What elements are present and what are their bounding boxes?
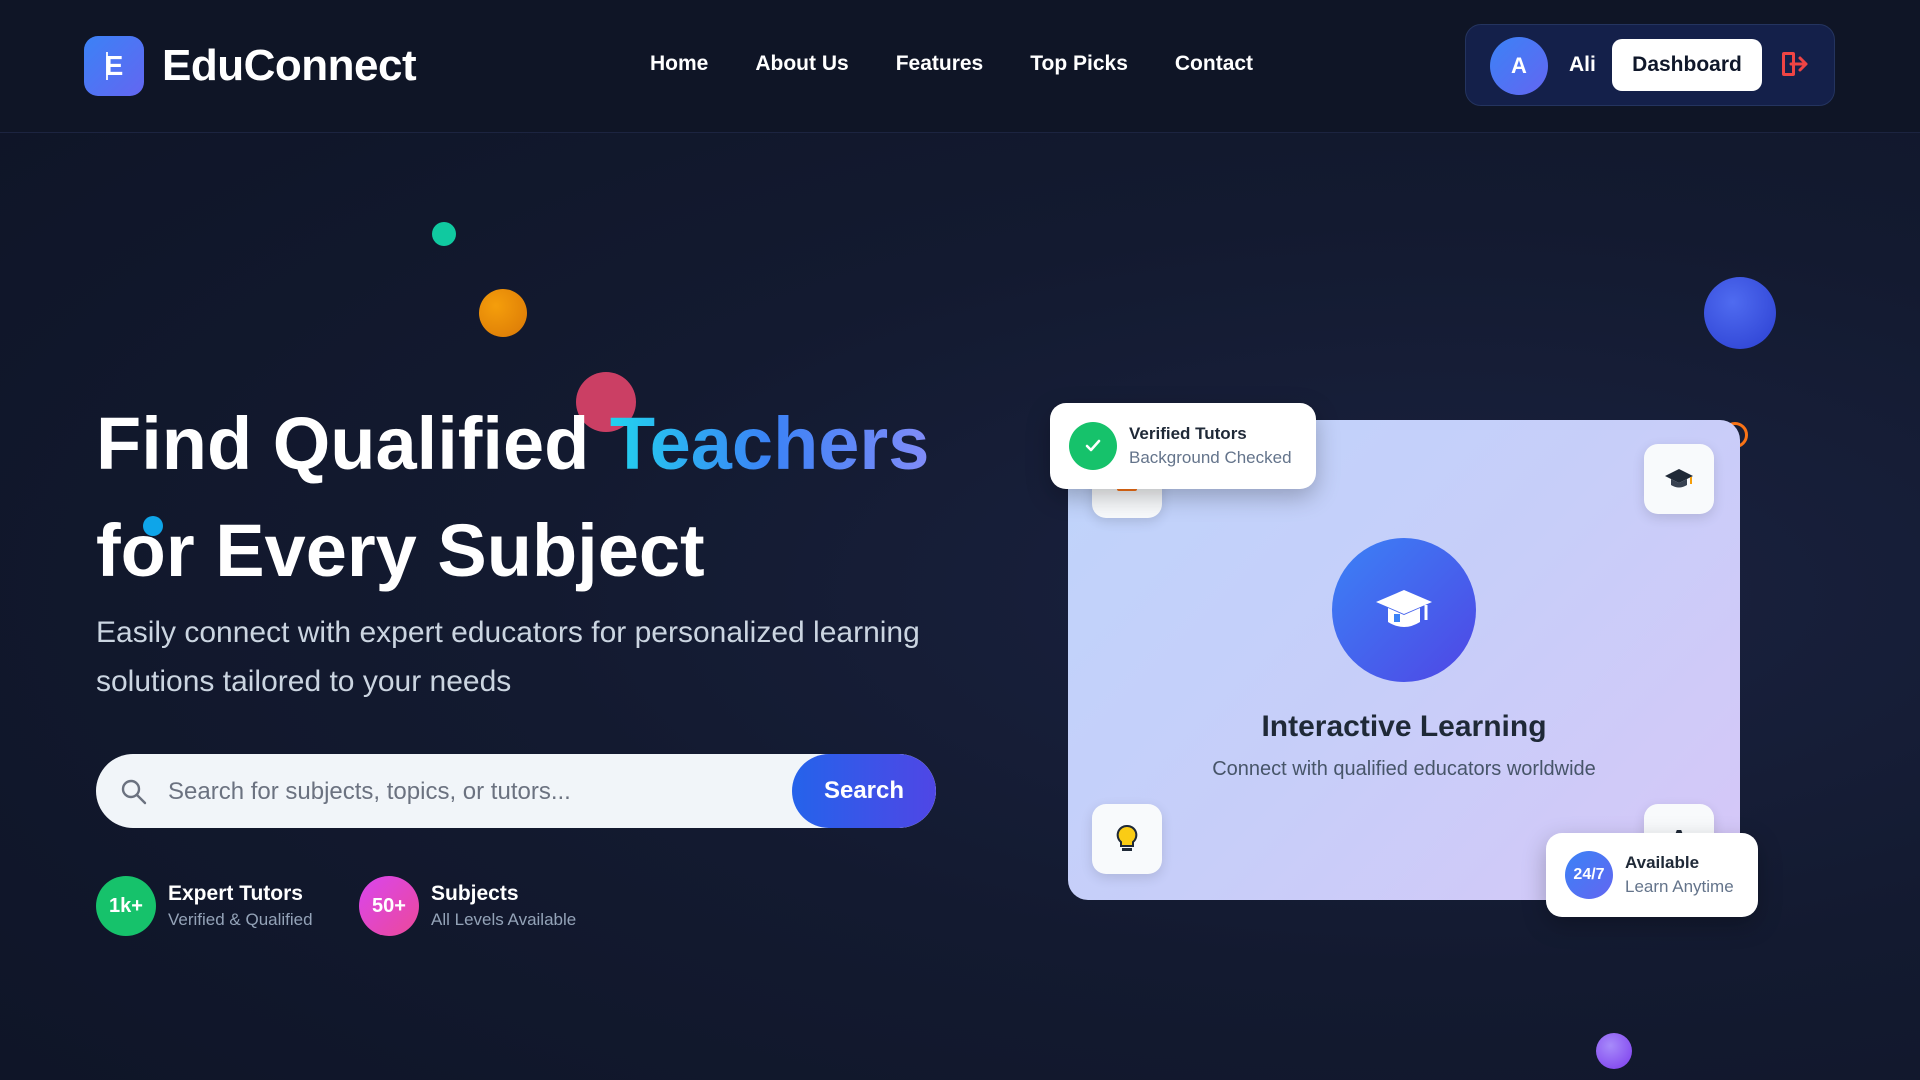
card-title: Interactive Learning	[1261, 710, 1547, 743]
brand-logo: E	[84, 36, 144, 96]
brand[interactable]: E EduConnect	[84, 36, 417, 96]
user-panel: A Ali Dashboard	[1465, 24, 1835, 106]
always-available-pill: 24/7	[1565, 851, 1613, 899]
stat-subjects-badge: 50+	[359, 876, 419, 936]
stat-tutors: 1k+ Expert Tutors Verified & Qualified	[96, 876, 313, 936]
hero-title: Find Qualified Teachers for Every Subjec…	[96, 390, 996, 604]
available-title: Available	[1625, 853, 1700, 872]
stat-tutors-subtitle: Verified & Qualified	[168, 910, 313, 929]
nav-contact[interactable]: Contact	[1175, 52, 1253, 76]
hero-subtitle: Easily connect with expert educators for…	[96, 616, 920, 698]
hero-title-plain: Find Qualified	[96, 402, 610, 485]
nav-top-picks[interactable]: Top Picks	[1030, 52, 1128, 76]
verified-title: Verified Tutors	[1129, 424, 1247, 443]
available-badge: 24/7 Available Learn Anytime	[1546, 833, 1758, 917]
search-bar: Search	[96, 754, 936, 828]
avatar[interactable]: A	[1490, 37, 1548, 95]
stat-tutors-title: Expert Tutors	[168, 882, 303, 905]
available-subtitle: Learn Anytime	[1625, 877, 1734, 896]
navbar: E EduConnect Home About Us Features Top …	[0, 0, 1920, 133]
graduation-cap-large-icon	[1332, 538, 1476, 682]
hero-title-line2: for Every Subject	[96, 509, 705, 592]
hero-title-highlight: Teachers	[609, 402, 930, 485]
logout-icon[interactable]	[1779, 49, 1809, 79]
nav-features[interactable]: Features	[896, 52, 984, 76]
decor-dot-orange	[479, 289, 527, 337]
verified-subtitle: Background Checked	[1129, 448, 1292, 467]
decor-dot-purple	[1596, 1033, 1632, 1069]
brand-name: EduConnect	[162, 41, 417, 90]
dashboard-button[interactable]: Dashboard	[1612, 39, 1762, 91]
stat-tutors-badge: 1k+	[96, 876, 156, 936]
verified-tutors-badge: Verified Tutors Background Checked	[1050, 403, 1316, 489]
check-icon	[1069, 422, 1117, 470]
search-icon	[121, 779, 147, 805]
lightbulb-icon	[1092, 804, 1162, 874]
card-subtitle: Connect with qualified educators worldwi…	[1212, 758, 1596, 780]
interactive-learning-card: A Interactive Learning Connect with qual…	[1068, 420, 1740, 900]
graduation-cap-icon	[1644, 444, 1714, 514]
nav-about-us[interactable]: About Us	[755, 52, 848, 76]
stat-subjects-title: Subjects	[431, 882, 519, 905]
stat-subjects-subtitle: All Levels Available	[431, 910, 577, 929]
search-button[interactable]: Search	[792, 754, 936, 828]
decor-dot-blue-large	[1704, 277, 1776, 349]
hero-title-line1: Find Qualified Teachers	[96, 390, 996, 497]
search-input[interactable]	[166, 754, 870, 828]
decor-dot-teal	[432, 222, 456, 246]
nav-home[interactable]: Home	[650, 52, 708, 76]
brand-logo-letter: E	[104, 50, 124, 81]
stat-subjects: 50+ Subjects All Levels Available	[359, 876, 576, 936]
user-name: Ali	[1569, 53, 1596, 76]
nav-links: Home About Us Features Top Picks Contact	[650, 52, 1253, 76]
